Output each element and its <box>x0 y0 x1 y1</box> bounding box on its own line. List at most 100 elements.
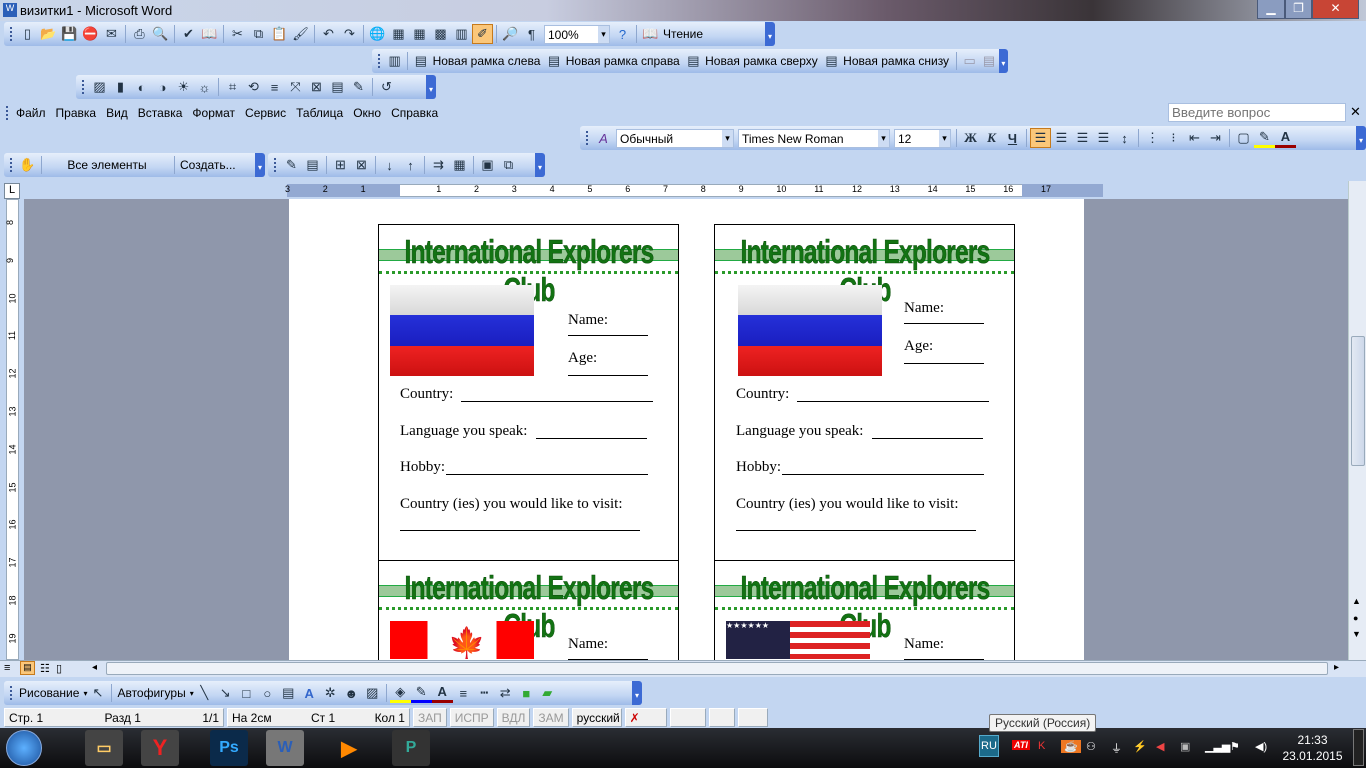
rectangle-icon[interactable]: □ <box>236 683 257 703</box>
update-icon[interactable]: ⚡ <box>1133 740 1147 753</box>
rotate-left-icon[interactable]: ⟲ <box>243 77 264 97</box>
edit-icon[interactable]: ✎ <box>281 155 302 175</box>
copy-icon[interactable]: ⧉ <box>248 24 269 44</box>
network-devices-icon[interactable]: ⚇ <box>1086 740 1096 753</box>
status-rec[interactable]: ЗАП <box>413 708 447 727</box>
next-page-icon[interactable]: ▼ <box>1352 629 1361 639</box>
business-card[interactable]: International Explorers Club Name: Age: … <box>714 224 1015 564</box>
select-browse-object-icon[interactable]: ● <box>1353 613 1358 623</box>
oval-icon[interactable]: ○ <box>257 683 278 703</box>
drawing-menu[interactable]: Рисование <box>19 686 79 700</box>
taskbar-photoshop-icon[interactable]: Ps <box>210 730 248 766</box>
help-icon[interactable]: ? <box>612 24 633 44</box>
menu-item-2[interactable]: Вид <box>106 106 128 120</box>
underline-button[interactable]: Ч <box>1002 128 1023 148</box>
kaspersky-icon[interactable]: K <box>1038 740 1045 752</box>
minimize-button[interactable]: ▁ <box>1257 0 1285 19</box>
status-ext[interactable]: ВДЛ <box>496 708 531 727</box>
normal-view-icon[interactable]: ≡ <box>4 662 10 674</box>
insert-picture-icon[interactable]: ▨ <box>362 683 383 703</box>
insert-icon[interactable]: ⊞ <box>330 155 351 175</box>
previous-page-icon[interactable]: ▲ <box>1352 596 1361 606</box>
business-card[interactable]: International Explorers Club Name: <box>714 560 1015 660</box>
menu-item-4[interactable]: Формат <box>192 106 235 120</box>
line-style-icon[interactable]: ≡ <box>453 683 474 703</box>
database-icon[interactable]: ▣ <box>477 155 498 175</box>
language-indicator[interactable]: RU <box>979 735 999 757</box>
network-alert-icon[interactable]: ▣ <box>1180 740 1190 753</box>
color-icon[interactable]: ▮ <box>110 77 131 97</box>
columns-icon[interactable]: ▥ <box>451 24 472 44</box>
menu-item-0[interactable]: Файл <box>16 106 46 120</box>
spelling-status-icon[interactable]: ✗ <box>624 708 667 727</box>
less-brightness-icon[interactable]: ☼ <box>194 77 215 97</box>
print-preview-icon[interactable]: 🔍 <box>150 24 171 44</box>
new-frame-button-3[interactable]: Новая рамка снизу <box>843 54 949 68</box>
status-ovr[interactable]: ЗАМ <box>533 708 569 727</box>
show-formatting-icon[interactable]: ¶ <box>521 24 542 44</box>
menu-item-7[interactable]: Окно <box>353 106 381 120</box>
align-right-icon[interactable]: ☰ <box>1072 128 1093 148</box>
save-icon[interactable]: 💾 <box>59 24 80 44</box>
dash-style-icon[interactable]: ┅ <box>474 683 495 703</box>
merge-icon[interactable]: ⇉ <box>428 155 449 175</box>
scroll-left-icon[interactable]: ◂ <box>92 662 97 673</box>
borders-icon[interactable]: ▢ <box>1233 128 1254 148</box>
research-icon[interactable]: 📖 <box>199 24 220 44</box>
more-contrast-icon[interactable]: ◐ <box>131 77 152 97</box>
clock-time[interactable]: 21:33 <box>1285 733 1340 747</box>
close-document-icon[interactable]: ✕ <box>1350 104 1361 120</box>
horizontal-scroll-thumb[interactable] <box>106 662 1328 675</box>
select-objects-icon[interactable]: ↖ <box>87 683 108 703</box>
numbering-icon[interactable]: ⋮ <box>1142 128 1163 148</box>
read-button[interactable]: Чтение <box>663 27 703 41</box>
signal-icon[interactable]: ▁▃▅ <box>1205 740 1230 753</box>
maximize-button[interactable]: ❐ <box>1285 0 1312 19</box>
ati-icon[interactable]: ATI <box>1012 740 1030 750</box>
java-icon[interactable]: ☕ <box>1061 740 1081 753</box>
fill-color-icon[interactable]: ◈ <box>389 683 411 703</box>
page[interactable]: International Explorers Club Name: Age: … <box>289 199 1084 660</box>
font-size-select[interactable]: 12 <box>894 128 951 148</box>
cut-icon[interactable]: ✂ <box>227 24 248 44</box>
taskbar-media-player-icon[interactable]: ▶ <box>330 730 368 766</box>
wordart-icon[interactable]: A <box>299 683 320 703</box>
paste-icon[interactable]: 📋 <box>269 24 290 44</box>
insert-table-icon[interactable]: ▦ <box>409 24 430 44</box>
style-select[interactable]: Обычный <box>616 128 734 148</box>
align-center-icon[interactable]: ☰ <box>1051 128 1072 148</box>
menu-item-6[interactable]: Таблица <box>296 106 343 120</box>
italic-button[interactable]: К <box>981 128 1002 148</box>
drawing-icon[interactable]: ✐ <box>472 24 493 44</box>
align-left-icon[interactable]: ☰ <box>1030 128 1051 148</box>
close-button[interactable]: ✕ <box>1312 0 1359 19</box>
taskbar-publisher-icon[interactable]: P <box>392 730 430 766</box>
undo-icon[interactable]: ↶ <box>318 24 339 44</box>
decrease-indent-icon[interactable]: ⇤ <box>1184 128 1205 148</box>
taskbar-explorer-icon[interactable]: ▭ <box>85 730 123 766</box>
action-center-icon[interactable]: ⚑ <box>1230 740 1240 753</box>
tab-selector[interactable]: L <box>4 183 20 199</box>
find-icon[interactable]: ⧉ <box>498 155 519 175</box>
vertical-ruler[interactable]: 8 9 10 11 12 13 14 15 16 17 18 19 <box>0 199 24 660</box>
delete-icon[interactable]: ⊠ <box>351 155 372 175</box>
format-painter-icon[interactable]: 🖌 <box>290 24 311 44</box>
sort-asc-icon[interactable]: ↓ <box>379 155 400 175</box>
zoom-select[interactable]: 100% <box>544 24 610 44</box>
styles-formatting-icon[interactable]: A <box>593 128 614 148</box>
delete-frame-icon[interactable]: ▭ <box>960 51 979 71</box>
reading-view-icon[interactable]: ▯ <box>56 662 62 675</box>
text-box-icon[interactable]: ▤ <box>278 683 299 703</box>
scroll-thumb[interactable] <box>1351 336 1365 466</box>
new-frame-button-2[interactable]: Новая рамка сверху <box>705 54 818 68</box>
show-desktop-button[interactable] <box>1353 729 1364 766</box>
tables-borders-icon[interactable]: ▦ <box>388 24 409 44</box>
shadow-icon[interactable]: ■ <box>516 683 537 703</box>
business-card[interactable]: International Explorers Club 🍁 Name: <box>378 560 679 660</box>
clock-date[interactable]: 23.01.2015 <box>1280 749 1345 763</box>
line-spacing-icon[interactable]: ↕ <box>1114 128 1135 148</box>
print-layout-icon[interactable]: ▤ <box>20 661 35 675</box>
spelling-icon[interactable]: ✔ <box>178 24 199 44</box>
menu-item-1[interactable]: Правка <box>56 106 97 120</box>
table-of-contents-icon[interactable]: ▤ <box>979 51 998 71</box>
